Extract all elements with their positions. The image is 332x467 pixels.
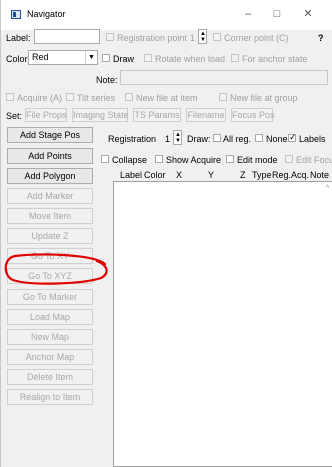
rotate-when-load-checkbox[interactable] [144, 54, 152, 62]
column-z: Z [240, 170, 246, 180]
collapse-label: Collapse [112, 155, 148, 165]
corner-point-label: Corner point (C) [224, 33, 289, 43]
title-bar: Navigator – □ ✕ [1, 0, 332, 30]
none-label: None [266, 134, 288, 144]
imaging-state-button[interactable]: Imaging State [72, 108, 129, 122]
spin-down-icon: ▼ [175, 138, 181, 144]
side-button-update-z[interactable]: Update Z [7, 228, 93, 244]
acquire-checkbox[interactable] [6, 93, 14, 101]
labels-checkbox[interactable] [288, 132, 297, 143]
side-button-load-map[interactable]: Load Map [7, 309, 93, 325]
navigator-item-list[interactable]: ^ [113, 181, 332, 467]
new-file-at-item-checkbox[interactable] [125, 93, 133, 101]
color-label: Color [6, 54, 28, 64]
label-label: Label: [6, 33, 31, 43]
edit-focus-label: Edit Focus [296, 155, 332, 165]
navigator-app-icon [11, 10, 21, 19]
side-button-add-stage-pos[interactable]: Add Stage Pos [7, 127, 93, 143]
draw-checkbox[interactable] [102, 54, 110, 62]
side-button-go-to-xyz[interactable]: Go To XYZ [7, 268, 93, 284]
side-button-add-points[interactable]: Add Points [7, 148, 93, 164]
navigator-window: Navigator – □ ✕ Label: Registration poin… [0, 0, 332, 467]
side-button-move-item[interactable]: Move Item [7, 208, 93, 224]
column-color: Color [144, 170, 166, 180]
edit-mode-checkbox[interactable] [226, 155, 234, 163]
none-checkbox[interactable] [255, 134, 263, 142]
column-y: Y [208, 170, 215, 180]
new-file-at-group-checkbox[interactable] [219, 93, 227, 101]
new-file-at-group-label: New file at group [230, 93, 298, 103]
tilt-series-label: Tilt series [77, 93, 116, 103]
ts-params-button[interactable]: TS Params [133, 108, 181, 122]
maximize-button[interactable]: □ [266, 6, 288, 22]
registration-point-checkbox[interactable] [106, 33, 114, 41]
registration-point-label: Registration point [117, 33, 188, 43]
labels-label: Labels [299, 134, 326, 144]
column-label: Label [120, 170, 143, 180]
new-file-at-item-label: New file at item [136, 93, 198, 103]
file-props-button[interactable]: File Props [25, 108, 67, 122]
color-select[interactable]: Red ▼ [28, 50, 98, 65]
collapse-checkbox[interactable] [101, 155, 109, 163]
chevron-down-icon: ▼ [85, 51, 97, 64]
side-button-add-marker[interactable]: Add Marker [7, 188, 93, 204]
registration-spinner[interactable]: ▲ ▼ [173, 130, 182, 145]
side-button-delete-item[interactable]: Delete Item [7, 369, 93, 385]
column-acq: Acq. [291, 170, 310, 180]
label-field[interactable] [34, 29, 100, 44]
note-label: Note: [96, 75, 118, 85]
column-x: X [176, 170, 183, 180]
all-reg-checkbox[interactable] [213, 134, 221, 142]
registration-point-spinner[interactable]: ▲ ▼ [198, 29, 207, 44]
focus-pos-button[interactable]: Focus Pos [231, 108, 275, 122]
side-button-realign-to-item[interactable]: Realign to Item [7, 389, 93, 405]
side-button-anchor-map[interactable]: Anchor Map [7, 349, 93, 365]
note-field[interactable] [120, 70, 328, 85]
help-button[interactable]: ? [318, 33, 324, 43]
all-reg-label: All reg. [223, 134, 252, 144]
acquire-label: Acquire (A) [17, 93, 63, 103]
side-button-new-map[interactable]: New Map [7, 329, 93, 345]
draw-label: Draw [113, 54, 135, 64]
spin-down-icon: ▼ [200, 37, 206, 43]
set-label: Set: [6, 111, 23, 121]
side-button-go-to-xy[interactable]: Go To XY [7, 248, 93, 264]
for-anchor-state-label: For anchor state [242, 54, 308, 64]
scroll-up-icon[interactable]: ^ [326, 185, 329, 192]
registration-point-value: 1 [190, 33, 196, 43]
show-acquire-label: Show Acquire [166, 155, 222, 165]
for-anchor-state-checkbox[interactable] [231, 54, 239, 62]
column-reg: Reg. [272, 170, 292, 180]
color-select-value: Red [32, 52, 49, 62]
edit-mode-label: Edit mode [237, 155, 278, 165]
tilt-series-checkbox[interactable] [66, 93, 74, 101]
rotate-when-load-label: Rotate when load [155, 54, 226, 64]
minimize-button[interactable]: – [237, 6, 259, 22]
side-button-add-polygon[interactable]: Add Polygon [7, 168, 93, 184]
show-acquire-checkbox[interactable] [155, 155, 163, 163]
registration-label: Registration [108, 134, 157, 144]
column-type: Type [252, 170, 272, 180]
registration-value: 1 [165, 134, 171, 144]
draw-label: Draw: [187, 134, 211, 144]
side-button-go-to-marker[interactable]: Go To Marker [7, 289, 93, 305]
column-note: Note [310, 170, 330, 180]
close-button[interactable]: ✕ [297, 6, 319, 22]
corner-point-checkbox[interactable] [213, 33, 221, 41]
filename-button[interactable]: Filename [186, 108, 226, 122]
window-title: Navigator [27, 9, 66, 19]
edit-focus-checkbox[interactable] [285, 155, 293, 163]
